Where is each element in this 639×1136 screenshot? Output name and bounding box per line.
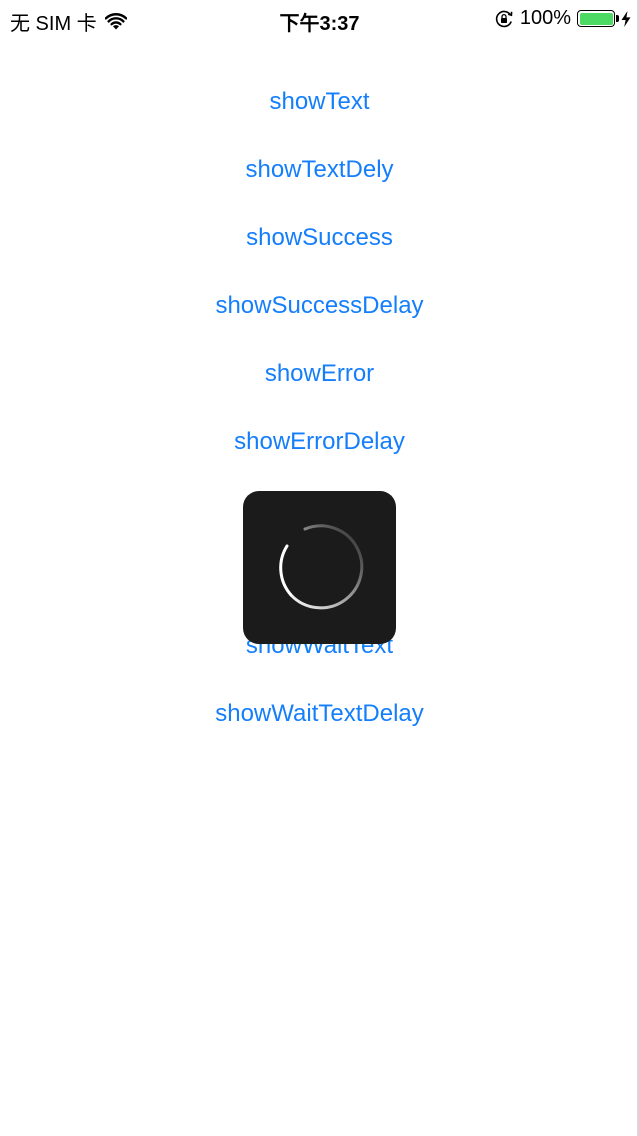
show-text-button[interactable]: showText: [0, 68, 639, 136]
show-error-delay-button[interactable]: showErrorDelay: [0, 408, 639, 476]
battery-percent: 100%: [519, 7, 571, 29]
battery-fill: [579, 12, 613, 25]
battery-icon: [577, 10, 619, 27]
orientation-lock-icon: [494, 9, 514, 29]
status-bar: 无 SIM 卡 下午3:37 100%: [0, 0, 639, 40]
loading-hud: [243, 491, 396, 644]
show-success-delay-button[interactable]: showSuccessDelay: [0, 272, 639, 340]
charging-icon: [621, 10, 631, 27]
battery-tip: [616, 15, 619, 22]
action-button-list: showText showTextDely showSuccess showSu…: [0, 68, 639, 748]
status-right: 100%: [494, 7, 631, 30]
show-text-dely-button[interactable]: showTextDely: [0, 136, 639, 204]
show-success-button[interactable]: showSuccess: [0, 204, 639, 272]
spinner-icon: [243, 491, 396, 644]
show-wait-text-delay-button[interactable]: showWaitTextDelay: [0, 680, 639, 748]
show-error-button[interactable]: showError: [0, 340, 639, 408]
